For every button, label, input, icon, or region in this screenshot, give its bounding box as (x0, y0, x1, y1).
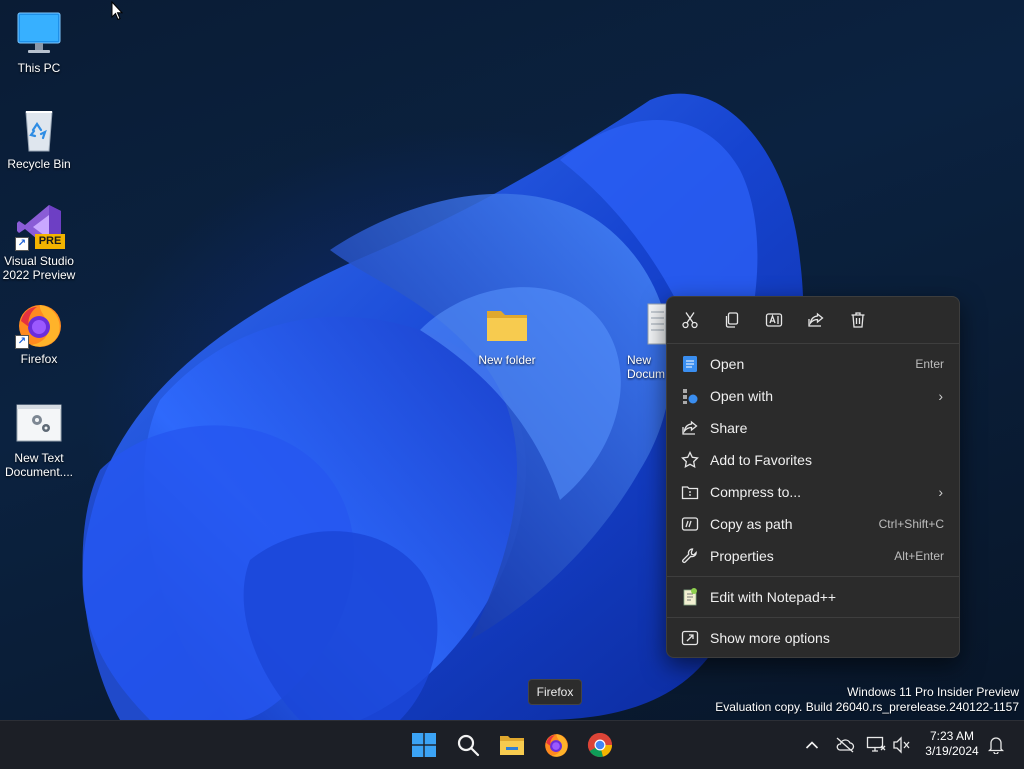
copy-icon (725, 312, 739, 328)
search-button[interactable] (450, 727, 486, 763)
chrome-taskbar-button[interactable] (582, 727, 618, 763)
volume-muted-icon (893, 736, 910, 754)
chevron-right-icon: › (938, 484, 943, 500)
bell-icon (988, 737, 1004, 754)
rename-icon (765, 313, 783, 327)
notepadpp-icon (680, 587, 700, 607)
chrome-icon (587, 733, 612, 757)
menu-item-shortcut: Alt+Enter (894, 549, 944, 563)
cut-icon (682, 312, 698, 329)
file-explorer-icon (500, 736, 524, 755)
desktop-icon-label: This PC (17, 61, 61, 75)
desktop-icon-visual-studio[interactable]: PRE ↗ Visual Studio 2022 Preview (0, 203, 79, 282)
menu-item-shortcut: Enter (915, 357, 944, 371)
file-explorer-button[interactable] (494, 727, 530, 763)
menu-item-open-with[interactable]: Open with › (667, 380, 959, 412)
share-toolbar-button[interactable] (805, 304, 847, 336)
network-button[interactable] (866, 735, 886, 755)
share-icon (680, 418, 700, 438)
mouse-cursor-icon (111, 1, 123, 21)
desktop-icon-label: New folder (478, 353, 536, 367)
clock-time: 7:23 AM (929, 729, 975, 743)
firefox-taskbar-button[interactable] (538, 727, 574, 763)
desktop-icon-label: New Text Document.... (4, 451, 74, 479)
desktop-icon-firefox[interactable]: ↗ Firefox (0, 301, 79, 366)
volume-button[interactable] (892, 735, 912, 755)
menu-item-share[interactable]: Share (667, 412, 959, 444)
desktop-icon-label: New Docum (627, 353, 666, 381)
firefox-icon: ↗ (15, 301, 63, 349)
taskbar: 7:23 AM 3/19/2024 (0, 720, 1024, 769)
open-with-icon (680, 386, 700, 406)
open-icon (680, 354, 700, 374)
taskbar-clock[interactable]: 7:23 AM 3/19/2024 (920, 729, 984, 759)
shortcut-arrow-icon: ↗ (15, 335, 29, 349)
menu-item-label: Copy as path (710, 516, 793, 532)
menu-item-label: Share (710, 420, 748, 436)
taskbar-tooltip: Firefox (528, 679, 582, 705)
more-options-icon (680, 628, 700, 648)
visual-studio-icon: PRE ↗ (15, 203, 65, 251)
start-button[interactable] (406, 727, 442, 763)
chevron-right-icon: › (938, 388, 943, 404)
desktop-icon-new-text-document[interactable]: New Text Document.... (0, 400, 79, 479)
wrench-icon (680, 546, 700, 566)
start-icon (412, 733, 436, 757)
recycle-bin-icon (15, 106, 63, 154)
desktop-icon-new-folder[interactable]: New folder (467, 302, 547, 367)
monitor-icon (15, 10, 63, 58)
cut-button[interactable] (679, 304, 721, 336)
menu-item-label: Open (710, 356, 745, 372)
network-icon (866, 736, 886, 752)
zip-folder-icon (680, 482, 700, 502)
rename-button[interactable] (763, 304, 805, 336)
menu-item-edit-with-notepadpp[interactable]: Edit with Notepad++ (667, 581, 959, 613)
copy-button[interactable] (721, 304, 763, 336)
cloud-offline-icon (836, 737, 855, 753)
show-hidden-icons-button[interactable] (802, 735, 822, 755)
desktop-icon-this-pc[interactable]: This PC (0, 10, 79, 75)
menu-item-label: Open with (710, 388, 774, 404)
share-icon (808, 312, 824, 327)
preview-badge: PRE (35, 234, 65, 249)
desktop-icon-label: Recycle Bin (7, 157, 71, 171)
menu-item-open[interactable]: Open Enter (667, 348, 959, 380)
folder-icon (483, 302, 531, 350)
firefox-icon (545, 734, 568, 757)
delete-button[interactable] (847, 304, 889, 336)
menu-item-label: Compress to... (710, 484, 802, 500)
menu-item-properties[interactable]: Properties Alt+Enter (667, 540, 959, 572)
delete-icon (851, 312, 865, 328)
shortcut-arrow-icon: ↗ (15, 237, 29, 251)
context-menu: Open Enter Open with › Share Add to Favo… (666, 296, 960, 658)
notepad-document-icon (15, 400, 63, 448)
clock-date: 3/19/2024 (925, 744, 979, 758)
menu-item-copy-as-path[interactable]: Copy as path Ctrl+Shift+C (667, 508, 959, 540)
menu-item-label: Add to Favorites (710, 452, 812, 468)
menu-item-add-to-favorites[interactable]: Add to Favorites (667, 444, 959, 476)
desktop-icon-recycle-bin[interactable]: Recycle Bin (0, 106, 79, 171)
menu-item-shortcut: Ctrl+Shift+C (878, 517, 944, 531)
copy-path-icon (680, 514, 700, 534)
notifications-button[interactable] (986, 735, 1006, 755)
menu-item-show-more-options[interactable]: Show more options (667, 622, 959, 654)
desktop-icon-label: Visual Studio 2022 Preview (2, 254, 76, 282)
menu-item-compress-to[interactable]: Compress to... › (667, 476, 959, 508)
menu-item-label: Show more options (710, 630, 830, 646)
watermark-line-1: Windows 11 Pro Insider Preview (847, 685, 1019, 699)
search-icon (457, 734, 480, 757)
watermark-line-2: Evaluation copy. Build 26040.rs_prerelea… (715, 700, 1019, 714)
onedrive-status-button[interactable] (835, 735, 855, 755)
evaluation-watermark: Windows 11 Pro Insider Preview Evaluatio… (715, 685, 1019, 715)
desktop[interactable]: This PC Recycle Bin PRE ↗ Visual Studio … (0, 0, 1024, 720)
context-menu-toolbar (667, 297, 959, 343)
star-icon (680, 450, 700, 470)
chevron-up-icon (805, 741, 819, 749)
desktop-icon-label: Firefox (20, 352, 58, 366)
menu-item-label: Properties (710, 548, 774, 564)
menu-item-label: Edit with Notepad++ (710, 589, 837, 605)
text-document-icon (646, 302, 667, 350)
